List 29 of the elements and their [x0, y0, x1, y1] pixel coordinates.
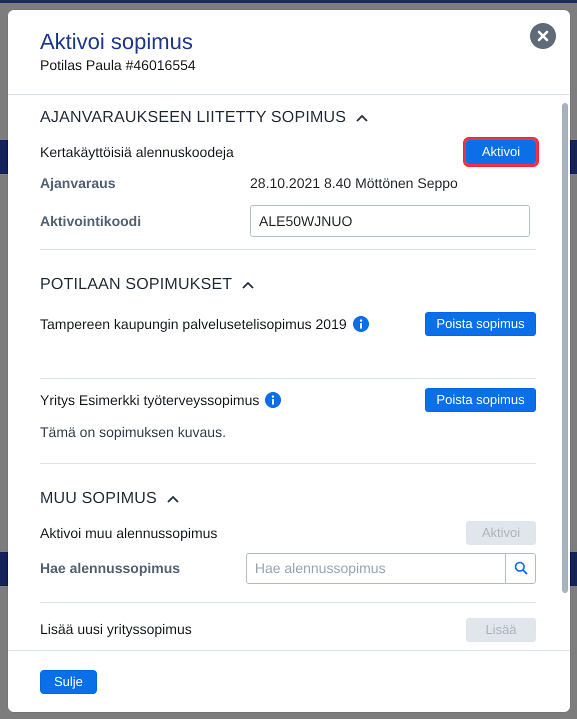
- field-label: Aktivointikoodi: [40, 212, 142, 230]
- field-value: 28.10.2021 8.40 Möttönen Seppo: [250, 174, 458, 193]
- action-button[interactable]: Aktivoi: [466, 140, 536, 164]
- contract-name: Yritys Esimerkki työterveyssopimus: [40, 390, 260, 410]
- chevron-up-icon[interactable]: [166, 495, 179, 503]
- search-field[interactable]: Hae alennussopimus: [246, 552, 536, 584]
- chevron-up-icon[interactable]: [356, 114, 368, 122]
- contract-name: Tampereen kaupungin palvelusetelisopimus 2019: [40, 314, 347, 334]
- field-label: Ajanvaraus: [40, 174, 116, 193]
- row-label: Lisää uusi yrityssopimus: [40, 620, 192, 639]
- section-header[interactable]: AJANVARAUKSEEN LIITETTY SOPIMUS: [40, 103, 368, 133]
- search-input[interactable]: Hae alennussopimus: [246, 554, 505, 582]
- contract-description: Tämä on sopimuksen kuvaus.: [40, 423, 227, 442]
- section-header[interactable]: MUU SOPIMUS: [40, 484, 179, 514]
- remove-button[interactable]: Poista sopimus: [425, 388, 536, 412]
- row-label: Kertakäyttöisiä alennuskoodeja: [40, 142, 234, 162]
- patient-subtitle: Potilas Paula #46016554: [40, 56, 197, 74]
- code-input-field[interactable]: ALE50WJNUO: [250, 205, 530, 237]
- field-label: Hae alennussopimus: [40, 558, 182, 578]
- info-icon[interactable]: [352, 316, 369, 332]
- section-header[interactable]: POTILAAN SOPIMUKSET: [40, 270, 254, 300]
- info-icon[interactable]: [265, 392, 282, 408]
- remove-button[interactable]: Poista sopimus: [425, 312, 536, 336]
- scrollbar[interactable]: [562, 103, 568, 593]
- chevron-up-icon[interactable]: [242, 281, 254, 289]
- close-icon[interactable]: [530, 23, 556, 49]
- row-label: Aktivoi muu alennussopimus: [40, 524, 218, 543]
- dialog-title: Aktivoi sopimus: [40, 28, 194, 56]
- close-button[interactable]: Sulje: [40, 670, 97, 694]
